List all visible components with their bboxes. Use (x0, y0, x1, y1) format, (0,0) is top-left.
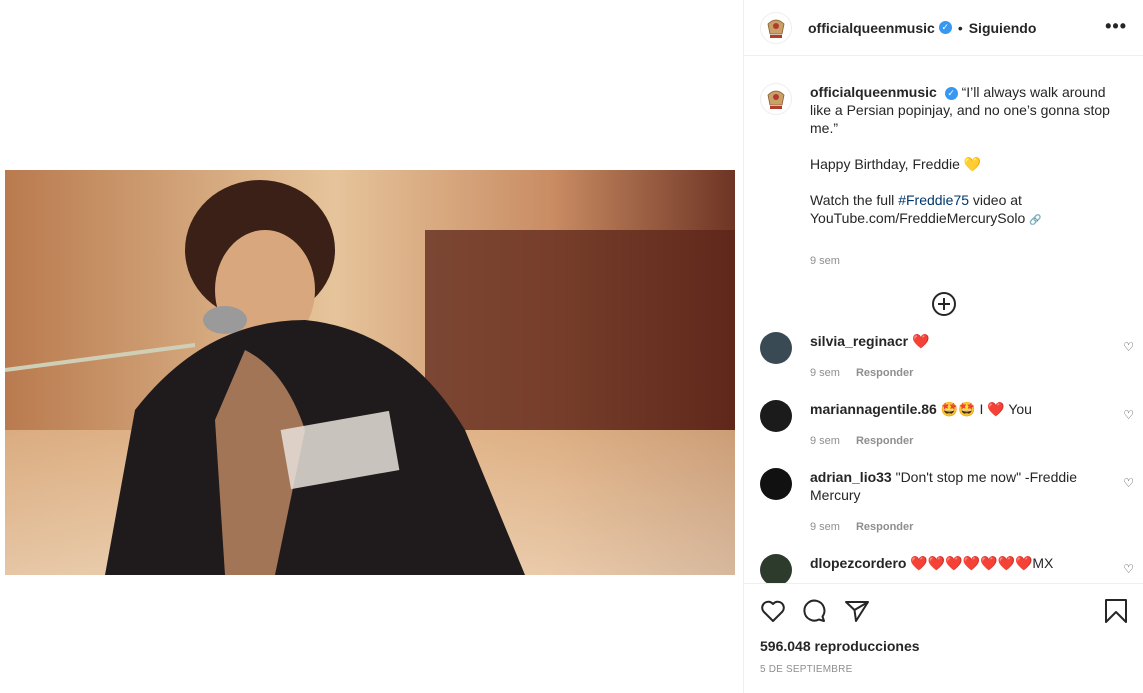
heart-icon[interactable] (760, 599, 786, 623)
comment-username[interactable]: mariannagentile.86 (810, 401, 937, 417)
more-options-icon[interactable]: ••• (1105, 16, 1127, 37)
like-comment-icon[interactable]: ♡ (1123, 408, 1134, 422)
comment-text: ❤️❤️❤️❤️❤️❤️❤️MX (910, 555, 1054, 571)
hashtag-link[interactable]: #Freddie75 (898, 192, 969, 208)
views-count[interactable]: 596.048 reproducciones (760, 638, 1128, 654)
bookmark-icon[interactable] (1104, 598, 1128, 624)
follow-status-button[interactable]: Siguiendo (969, 20, 1037, 36)
comment-icon[interactable] (802, 599, 828, 623)
header-username[interactable]: officialqueenmusic (808, 20, 935, 36)
media-area (0, 0, 743, 693)
list-item: dlopezcordero ❤️❤️❤️❤️❤️❤️❤️MX ♡ (744, 554, 1143, 583)
caption-time[interactable]: 9 sem (810, 252, 1128, 270)
verified-badge-icon: ✓ (938, 21, 952, 34)
comment-text: 🤩🤩 I ❤️ You (940, 401, 1032, 417)
post-caption: officialqueenmusic ✓ “I’ll always walk a… (744, 57, 1143, 270)
like-comment-icon[interactable]: ♡ (1123, 476, 1134, 490)
caption-username[interactable]: officialqueenmusic (810, 84, 937, 100)
avatar[interactable] (760, 332, 792, 364)
post-date[interactable]: 5 DE SEPTIEMBRE (760, 664, 1128, 675)
comment-time[interactable]: 9 sem (810, 521, 840, 533)
load-more-comments[interactable] (744, 292, 1143, 316)
comments-list[interactable]: officialqueenmusic ✓ “I’ll always walk a… (744, 57, 1143, 583)
action-bar (760, 594, 1128, 628)
list-item: mariannagentile.86 🤩🤩 I ❤️ You 9 sem Resp… (744, 400, 1143, 450)
plus-circle-icon[interactable] (932, 292, 956, 316)
like-comment-icon[interactable]: ♡ (1123, 562, 1134, 576)
video-frame-image (5, 170, 735, 575)
caption-body: officialqueenmusic ✓ “I’ll always walk a… (810, 83, 1128, 270)
comment-text: ❤️ (911, 333, 930, 349)
separator-dot: • (957, 19, 963, 36)
avatar[interactable] (760, 11, 792, 44)
reply-button[interactable]: Responder (856, 367, 913, 379)
list-item: adrian_lio33 "Don't stop me now" -Freddi… (744, 468, 1143, 536)
avatar[interactable] (760, 83, 792, 115)
link-icon: 🔗 (1029, 215, 1042, 226)
caption-birthday-text: Happy Birthday, Freddie (810, 156, 960, 172)
avatar[interactable] (760, 400, 792, 432)
comment-username[interactable]: silvia_reginacr (810, 333, 908, 349)
send-icon[interactable] (844, 599, 870, 623)
verified-badge-icon: ✓ (944, 87, 958, 100)
comment-time[interactable]: 9 sem (810, 435, 840, 447)
post-header: officialqueenmusic ✓ • Siguiendo ••• (744, 0, 1143, 56)
reply-button[interactable]: Responder (856, 435, 913, 447)
caption-watch-prefix: Watch the full (810, 192, 899, 208)
comment-username[interactable]: adrian_lio33 (810, 469, 892, 485)
avatar[interactable] (760, 468, 792, 500)
reply-button[interactable]: Responder (856, 521, 913, 533)
post-side-panel: officialqueenmusic ✓ • Siguiendo ••• off… (743, 0, 1143, 693)
avatar[interactable] (760, 554, 792, 583)
video-player[interactable] (5, 170, 735, 575)
queen-crest-icon (767, 90, 785, 109)
comment-time[interactable]: 9 sem (810, 367, 840, 379)
comment-username[interactable]: dlopezcordero (810, 555, 906, 571)
yellow-heart-icon: 💛 (963, 156, 982, 172)
post-footer: 596.048 reproducciones 5 DE SEPTIEMBRE (744, 583, 1143, 693)
like-comment-icon[interactable]: ♡ (1123, 340, 1134, 354)
list-item: silvia_reginacr ❤️ 9 sem Responder ♡ (744, 332, 1143, 382)
queen-crest-icon (767, 19, 785, 38)
